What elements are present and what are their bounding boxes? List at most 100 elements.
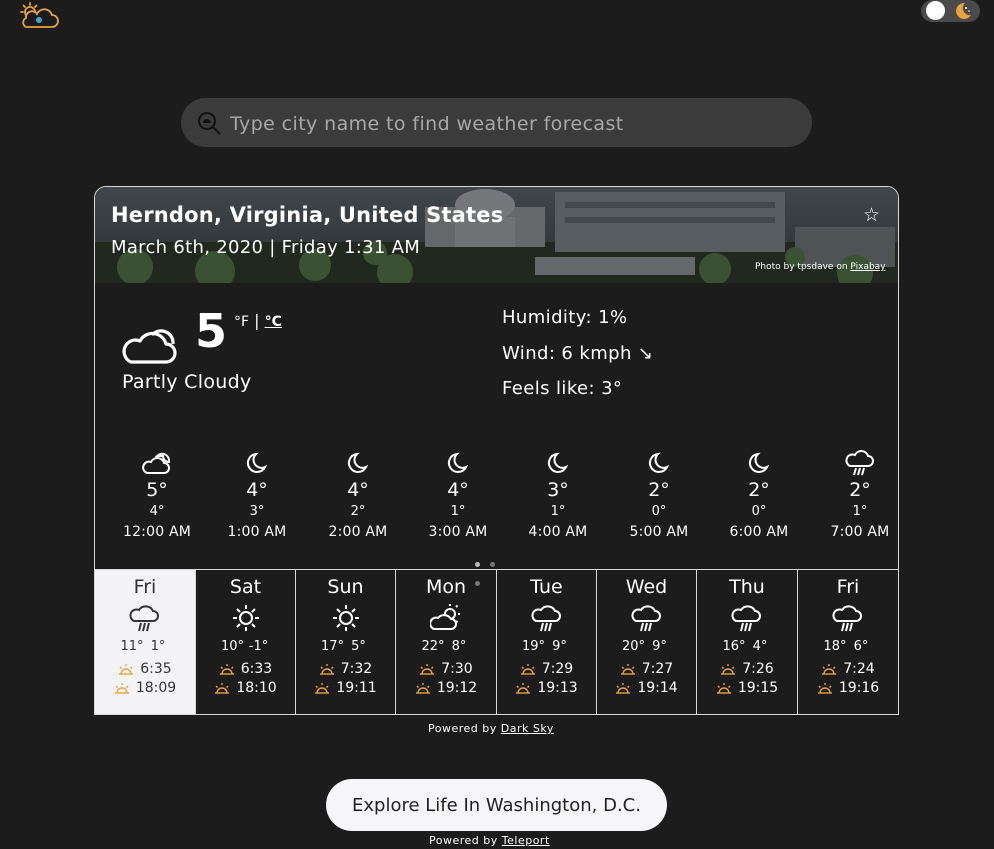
sunrise-icon: [822, 664, 837, 675]
day-high-low: 17° 5°: [296, 639, 395, 655]
partly-cloudy-icon: [122, 329, 177, 364]
hourly-low: 1°: [550, 504, 566, 519]
darksky-link[interactable]: Dark Sky: [501, 722, 554, 735]
day-text: 19:12: [436, 680, 478, 696]
day-high-low: 18° 6°: [798, 639, 898, 655]
hourly-time: 5:00 AM: [629, 524, 689, 540]
teleport-link[interactable]: Teleport: [502, 834, 550, 847]
hourly-time: 3:00 AM: [428, 524, 488, 540]
day-text: 9°: [652, 639, 667, 654]
search-input[interactable]: [228, 98, 792, 149]
day-high-low: 20° 9°: [597, 639, 696, 655]
day-text: 5°: [351, 639, 366, 654]
sunrise-icon: [119, 664, 134, 675]
daily-item[interactable]: Sat 10° -1° 6:33 18:10: [196, 570, 296, 714]
sunrise-icon: [114, 683, 129, 694]
sun-time-row: 6:35: [95, 660, 195, 679]
day-text: 16°: [722, 639, 746, 654]
sun-time-row: 18:09: [95, 679, 195, 698]
day-text: 7:30: [441, 661, 473, 677]
hourly-item: 4° 1° 3:00 AM: [408, 449, 508, 541]
sun-time-row: 19:14: [597, 679, 696, 698]
day-text: 4°: [752, 639, 768, 654]
day-name: Mon: [425, 576, 467, 598]
carousel-dot[interactable]: [475, 562, 480, 567]
daily-item[interactable]: Wed 20° 9° 7:27 19:14: [597, 570, 697, 714]
hourly-temp: 3°: [547, 479, 569, 501]
sun-time-row: 19:16: [798, 679, 898, 698]
sunrise-icon: [516, 683, 531, 694]
daily-item[interactable]: Fri 18° 6° 7:24 19:16: [798, 570, 898, 714]
sun-time-row: 19:13: [497, 679, 596, 698]
theme-toggle[interactable]: [921, 0, 980, 22]
day-name: Sun: [327, 576, 364, 598]
current-summary: Partly Cloudy: [122, 371, 252, 393]
day-text: 18:10: [236, 680, 277, 696]
hourly-temp: 4°: [447, 479, 469, 501]
day-text: 19:14: [637, 680, 678, 696]
daily-item[interactable]: Thu 16° 4° 7:26 19:15: [697, 570, 798, 714]
day-text: 11°: [120, 639, 144, 654]
hourly-time: 12:00 AM: [122, 524, 192, 540]
hourly-low: 3°: [249, 504, 265, 519]
unit-f[interactable]: °F: [234, 314, 249, 330]
day-name: Tue: [530, 576, 563, 598]
daily-item[interactable]: Sun 17° 5° 7:32 19:11: [296, 570, 396, 714]
sun-icon: [332, 605, 359, 631]
daily-item[interactable]: Mon 22° 8° 7:30 19:12: [396, 570, 497, 714]
hourly-time: 6:00 AM: [729, 524, 789, 540]
rain-icon: [129, 605, 159, 632]
day-text: 20°: [621, 639, 646, 654]
current-temp: 5: [195, 304, 228, 358]
hourly-low: 1°: [852, 504, 868, 519]
unit-c[interactable]: °C: [265, 314, 282, 330]
hourly-temp: 2°: [748, 479, 770, 501]
rain-icon: [731, 605, 761, 632]
carousel-dot[interactable]: [490, 562, 495, 567]
sun-time-row: 18:10: [196, 679, 295, 698]
sunrise-icon: [620, 664, 635, 675]
daily-item[interactable]: Tue 19° 9° 7:29 19:13: [497, 570, 597, 714]
sun-cloud-logo-icon[interactable]: [16, 2, 60, 30]
sun-time-row: 7:29: [497, 660, 596, 679]
hourly-item: 4° 2° 2:00 AM: [308, 449, 408, 541]
sunrise-icon: [716, 683, 731, 694]
day-text: 19:11: [336, 680, 377, 696]
sun-time-row: 19:11: [296, 679, 395, 698]
unit-separator: |: [254, 311, 260, 330]
hourly-temp: 4°: [246, 479, 268, 501]
day-text: 1°: [150, 639, 166, 654]
search-icon: [198, 112, 221, 135]
hourly-temp: 4°: [347, 479, 369, 501]
cloudy-moon-icon: [142, 452, 171, 474]
day-text: 7:29: [541, 661, 574, 677]
day-text: -1°: [248, 639, 269, 654]
day-text: 8°: [451, 639, 467, 654]
hourly-time: 2:00 AM: [328, 524, 388, 540]
daily-item[interactable]: Fri 11° 1° 6:35 18:09: [95, 570, 196, 714]
hourly-low: 4°: [149, 504, 165, 519]
explore-city-button[interactable]: Explore Life In Washington, D.C.: [326, 779, 667, 831]
sunrise-icon: [319, 664, 334, 675]
humidity: Humidity: 1%: [502, 307, 628, 328]
day-text: 18:09: [135, 680, 177, 696]
city-search: [181, 98, 812, 149]
day-high-low: 22° 8°: [396, 639, 496, 655]
sun-time-row: 19:12: [396, 679, 496, 698]
pixabay-link[interactable]: Pixabay: [850, 262, 885, 272]
moon-icon: [748, 452, 770, 473]
day-name: Fri: [836, 576, 860, 598]
unit-switch: °F | °C: [234, 311, 282, 330]
star-icon[interactable]: ☆: [863, 205, 880, 225]
day-name: Thu: [729, 576, 765, 598]
sunrise-icon: [215, 683, 230, 694]
sun-time-row: 7:32: [296, 660, 395, 679]
rain-icon: [530, 605, 561, 632]
day-high-low: 11° 1°: [95, 639, 195, 655]
hourly-low: 0°: [751, 504, 767, 519]
moon-icon: [648, 452, 670, 473]
hourly-time: 7:00 AM: [830, 524, 890, 540]
day-text: 7:32: [340, 661, 373, 677]
day-text: 18°: [823, 639, 847, 654]
day-high-low: 19° 9°: [497, 639, 596, 655]
